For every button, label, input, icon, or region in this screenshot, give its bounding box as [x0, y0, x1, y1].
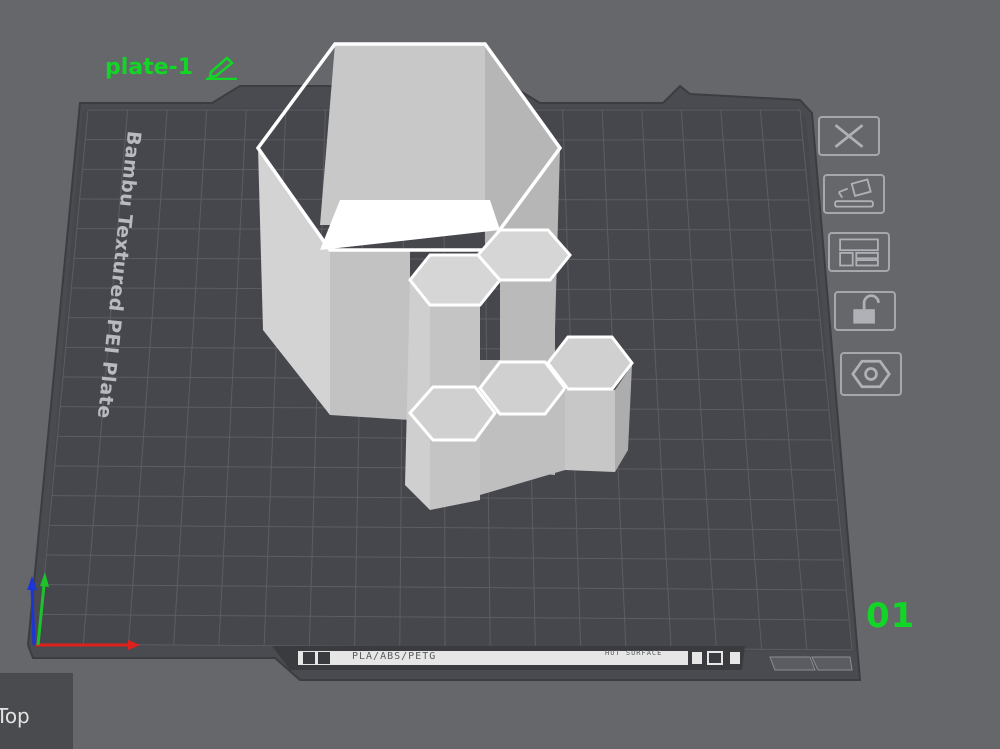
- model-face: [565, 390, 615, 472]
- plate-corner-tab: [769, 656, 816, 671]
- unlock-icon: [853, 294, 880, 324]
- plate-settings-button[interactable]: [840, 352, 902, 396]
- arrange-button[interactable]: [828, 232, 890, 272]
- lock-button[interactable]: [834, 291, 896, 331]
- hot-surface-label: HOT SURFACE: [605, 649, 663, 657]
- auto-orient-icon: [834, 178, 874, 208]
- model-hex-top: [546, 335, 634, 391]
- filament-types-label: PLA/ABS/PETG: [352, 651, 437, 662]
- 3d-viewport[interactable]: Bambu Textured PEI Plate plate-1 01 PLA/…: [0, 0, 1000, 749]
- model-inner-wall: [320, 44, 485, 225]
- plate-name-text: plate-1: [105, 54, 194, 80]
- close-plate-button[interactable]: [818, 116, 880, 156]
- plate-title: plate-1: [105, 54, 239, 81]
- close-icon: [834, 124, 864, 148]
- arrange-icon: [839, 238, 879, 267]
- axis-z: [30, 589, 36, 646]
- plate-marker-icon: [318, 652, 330, 664]
- pencil-icon[interactable]: [203, 54, 239, 81]
- hexnut-icon: [851, 359, 891, 389]
- model-hex-top: [476, 228, 572, 282]
- plate-logo-icon: [303, 652, 315, 664]
- auto-orient-button[interactable]: [823, 174, 885, 214]
- plate-corner-tab: [811, 656, 853, 671]
- model-face-front: [330, 250, 410, 420]
- plate-index: 01: [866, 596, 916, 636]
- view-top-tab[interactable]: Top: [0, 673, 73, 749]
